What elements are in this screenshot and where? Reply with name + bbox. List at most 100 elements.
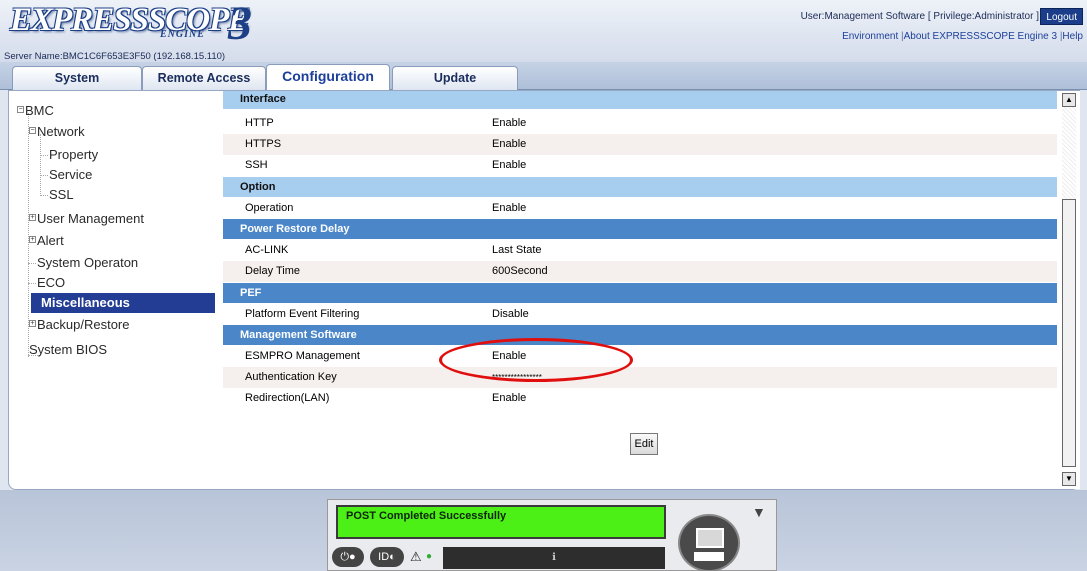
collapse-icon[interactable]: − [17,106,24,113]
row-value: Enable [492,392,527,404]
scrollbar[interactable]: ▲ ▼ [1060,91,1080,489]
about-link[interactable]: About EXPRESSSCOPE Engine 3 [904,31,1057,42]
collapse-arrow-icon[interactable]: ▼ [752,504,766,520]
edit-button[interactable]: Edit [630,433,658,455]
tree-guide [28,283,36,284]
section-power-restore-delay: Power Restore Delay [223,219,1057,239]
row-value: Last State [492,244,542,256]
tree-item-bmc[interactable]: − BMC [17,101,54,121]
expand-icon[interactable]: + [29,214,36,221]
tree-item-property[interactable]: Property [49,145,98,165]
tab-remote-access[interactable]: Remote Access [142,66,266,90]
table-row: ESMPRO Management Enable [223,346,1057,367]
section-option: Option [223,177,1057,197]
row-key: HTTPS [245,138,282,150]
expand-icon[interactable]: + [29,320,36,327]
row-value: Enable [492,202,527,214]
row-value: Enable [492,138,527,150]
status-area: POST Completed Successfully ⏻● ID◐ ⚠ ● ℹ… [0,490,1087,571]
header: EXPRESSSCOPE ENGINE 3 User:Management So… [0,0,1087,62]
row-key: HTTP [245,117,274,129]
tree-guide [40,175,48,176]
keyboard-icon [694,552,724,561]
expand-icon[interactable]: + [29,236,36,243]
tab-system[interactable]: System [12,66,142,90]
tree-item-network[interactable]: − Network [29,122,85,142]
table-row: AC-LINK Last State [223,240,1057,261]
tree-label: User Management [37,211,144,226]
tree-label: Alert [37,233,64,248]
scroll-up-icon[interactable]: ▲ [1062,93,1076,107]
collapse-icon[interactable]: − [29,127,36,134]
tab-update[interactable]: Update [392,66,518,90]
tree-label: Network [37,124,85,139]
logo: EXPRESSSCOPE [10,2,250,38]
tree-guide [40,195,48,196]
tree-guide [40,134,41,196]
tree-guide [28,263,36,264]
row-value: Enable [492,117,527,129]
row-value: Disable [492,308,529,320]
scroll-track[interactable] [1062,107,1076,199]
warning-icon: ⚠ [410,549,422,564]
row-key: Redirection(LAN) [245,392,330,404]
logout-button[interactable]: Logout [1040,8,1083,25]
red-highlight-ellipse [439,338,633,382]
tree-label: BMC [25,103,54,118]
section-management-software: Management Software [223,325,1057,345]
tree-guide [40,155,48,156]
table-row: SSH Enable [223,155,1057,176]
user-privilege-info: User:Management Software [ Privilege:Adm… [800,11,1039,22]
id-button[interactable]: ID◐ [370,547,404,567]
tab-bar: System Remote Access Configuration Updat… [0,62,1087,91]
scroll-down-icon[interactable]: ▼ [1062,472,1076,486]
post-status-display: POST Completed Successfully [336,505,666,539]
table-row: Operation Enable [223,198,1057,219]
tab-configuration[interactable]: Configuration [266,64,390,91]
tree-item-service[interactable]: Service [49,165,92,185]
logo-engine-text: ENGINE [160,29,205,40]
sidebar-tree: − BMC − Network Property Service SSL + User… [9,91,215,489]
table-row: Platform Event Filtering Disable [223,304,1057,325]
tree-item-system-operaton[interactable]: System Operaton [37,253,138,273]
section-pef: PEF [223,283,1057,303]
info-icon: ℹ [552,552,556,563]
tree-item-eco[interactable]: ECO [37,273,65,293]
tree-item-backup-restore[interactable]: + Backup/Restore [29,315,130,335]
power-icon[interactable]: ⏻● [332,547,364,567]
table-row: Redirection(LAN) Enable [223,388,1057,409]
tree-item-user-management[interactable]: + User Management [29,209,144,229]
row-key: ESMPRO Management [245,350,360,362]
monitor-icon [696,528,724,548]
row-value: 600Second [492,265,548,277]
scroll-thumb[interactable] [1062,199,1076,467]
section-interface: Interface [223,91,1057,109]
row-key: Authentication Key [245,371,337,383]
server-status-panel: POST Completed Successfully ⏻● ID◐ ⚠ ● ℹ… [327,499,777,571]
led-icon: ● [426,551,433,562]
remote-console-icon[interactable] [678,514,740,571]
row-key: SSH [245,159,268,171]
header-links: Environment |About EXPRESSSCOPE Engine 3… [842,31,1083,42]
logo-number: 3 [228,0,252,50]
row-value: Enable [492,159,527,171]
tree-item-miscellaneous[interactable]: Miscellaneous [31,293,215,313]
lcd-bar: ℹ [443,547,665,569]
row-key: AC-LINK [245,244,289,256]
main-panel: − BMC − Network Property Service SSL + User… [8,90,1080,490]
tree-label: Backup/Restore [37,317,130,332]
table-row: Delay Time 600Second [223,261,1057,282]
tree-item-ssl[interactable]: SSL [49,185,74,205]
settings-content: Interface HTTP Enable HTTPS Enable SSH Enab… [223,91,1061,489]
id-label: ID [378,551,390,563]
tree-item-alert[interactable]: + Alert [29,231,64,251]
environment-link[interactable]: Environment [842,31,898,42]
row-key: Delay Time [245,265,301,277]
table-row: HTTPS Enable [223,134,1057,155]
help-link[interactable]: Help [1062,31,1083,42]
row-key: Platform Event Filtering [245,308,360,320]
row-key: Operation [245,202,294,214]
tree-item-system-bios[interactable]: System BIOS [29,340,107,360]
table-row: HTTP Enable [223,113,1057,134]
table-row: Authentication Key **************** [223,367,1057,388]
